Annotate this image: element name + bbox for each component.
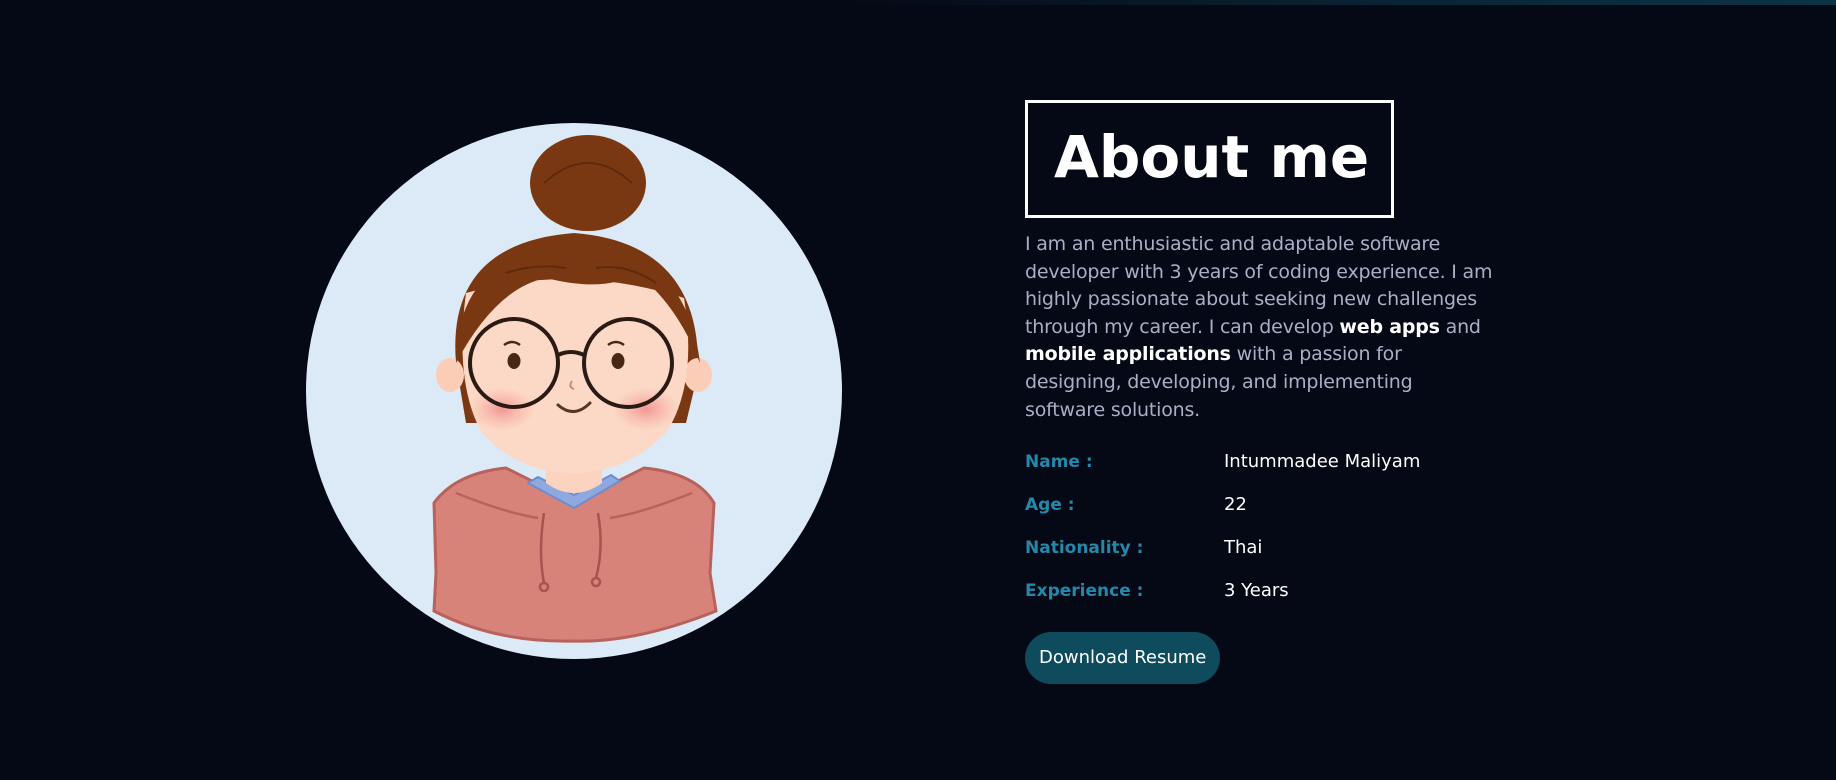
info-label: Nationality : — [1025, 537, 1144, 558]
info-value: Thai — [1224, 537, 1263, 559]
personal-info-list: Name : Intummadee Maliyam Age : 22 Natio… — [1025, 440, 1525, 612]
info-label: Age : — [1025, 494, 1075, 515]
download-resume-button[interactable]: Download Resume — [1025, 632, 1221, 685]
info-value: 3 Years — [1224, 580, 1289, 602]
info-value: 22 — [1224, 494, 1247, 516]
top-accent-bar — [0, 0, 1836, 5]
bio-highlight-mobile-applications: mobile applications — [1025, 343, 1231, 366]
info-label: Name : — [1025, 451, 1093, 472]
info-row-experience: Experience : 3 Years — [1025, 569, 1525, 612]
info-row-nationality: Nationality : Thai — [1025, 526, 1525, 569]
about-bio: I am an enthusiastic and adaptable softw… — [1025, 231, 1495, 424]
about-title-box: About me — [1025, 100, 1394, 218]
info-row-name: Name : Intummadee Maliyam — [1025, 440, 1525, 483]
info-value: Intummadee Maliyam — [1224, 451, 1421, 473]
cartoon-girl-avatar-icon — [306, 123, 842, 659]
bio-highlight-web-apps: web apps — [1339, 315, 1440, 338]
bio-text-2: and — [1439, 315, 1481, 338]
about-title: About me — [1054, 123, 1370, 191]
info-row-age: Age : 22 — [1025, 483, 1525, 526]
about-section: About me I am an enthusiastic and adapta… — [1025, 100, 1525, 685]
info-label: Experience : — [1025, 580, 1144, 601]
profile-avatar — [306, 123, 842, 659]
